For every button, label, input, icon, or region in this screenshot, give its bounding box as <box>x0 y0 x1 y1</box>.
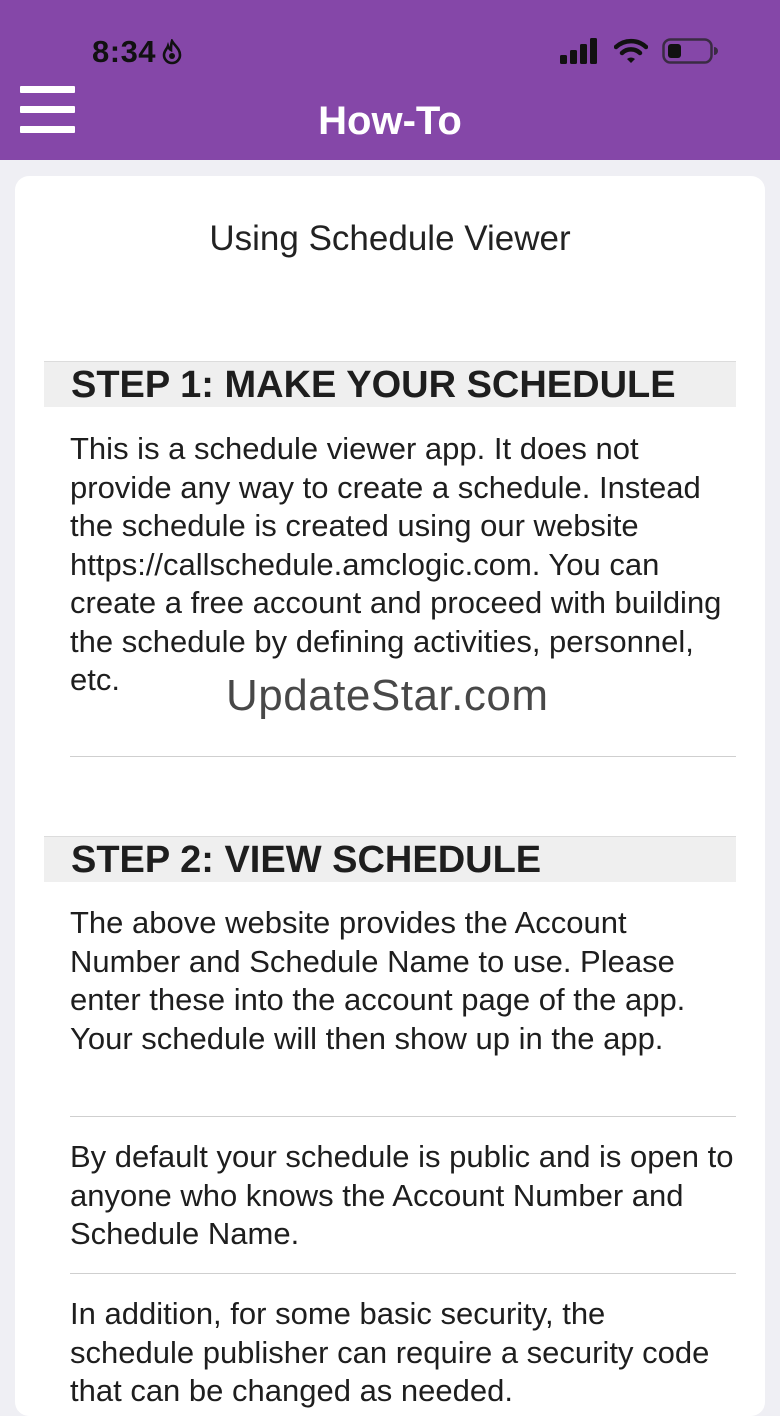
step-2-paragraph: In addition, for some basic security, th… <box>70 1296 710 1408</box>
step-2-heading: STEP 2: VIEW SCHEDULE <box>44 836 736 882</box>
menu-bar-icon <box>20 86 75 93</box>
step-2-paragraph: By default your schedule is public and i… <box>70 1139 734 1251</box>
hotspot-icon <box>162 39 182 65</box>
step-1-heading: STEP 1: MAKE YOUR SCHEDULE <box>44 361 736 407</box>
status-icons <box>560 38 718 64</box>
step-2-paragraph: The above website provides the Account N… <box>70 905 686 1056</box>
step-1-text: This is a schedule viewer app. It does n… <box>70 431 722 697</box>
wifi-icon <box>614 38 648 63</box>
content-card: Using Schedule Viewer STEP 1: MAKE YOUR … <box>15 176 765 1416</box>
divider <box>70 1116 736 1117</box>
navigation-bar: 8:34 How-To <box>0 0 780 160</box>
divider <box>70 1273 736 1274</box>
divider <box>70 756 736 757</box>
battery-icon <box>662 38 718 64</box>
cellular-signal-icon <box>560 38 597 64</box>
content-title: Using Schedule Viewer <box>209 219 571 258</box>
status-time-group: 8:34 <box>92 34 184 70</box>
status-time: 8:34 <box>92 34 157 69</box>
page-title: How-To <box>318 99 462 143</box>
